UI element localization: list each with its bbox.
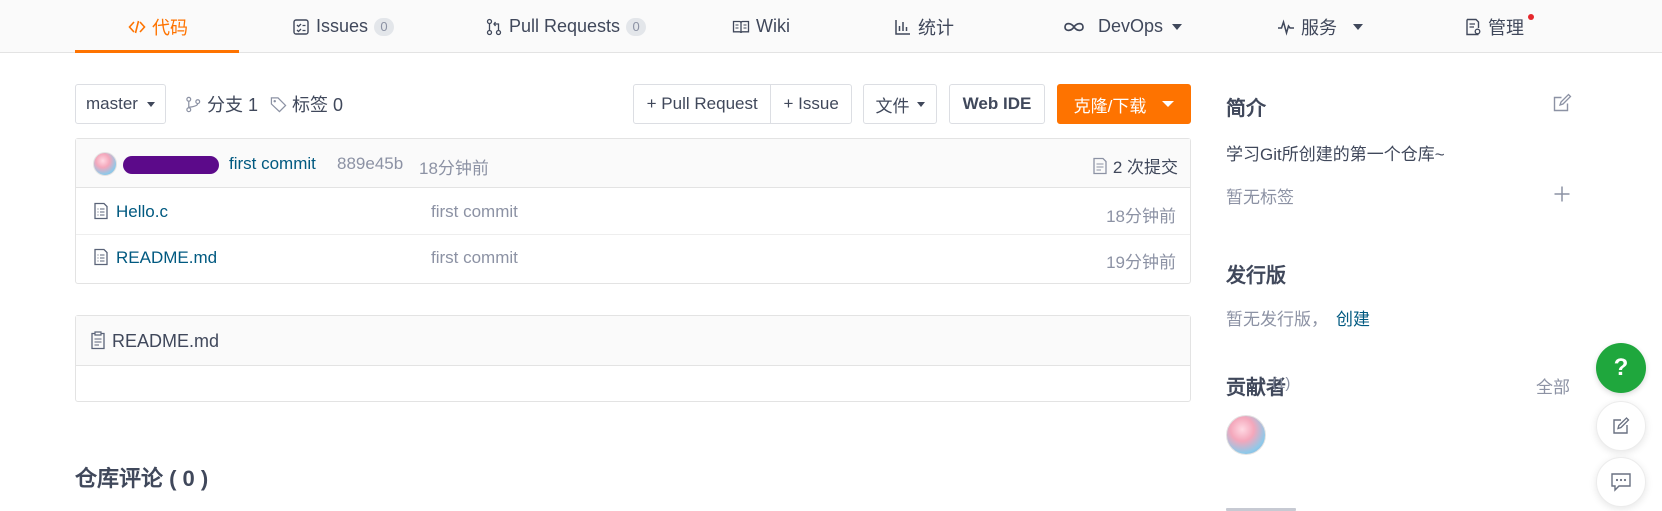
create-release-link[interactable]: 创建 [1336,305,1370,330]
file-updated-time: 19分钟前 [1106,253,1176,272]
clone-download-label: 克隆/下载 [1073,96,1147,116]
contributors-count: (1) [1272,375,1291,392]
chevron-down-icon [1353,23,1363,30]
table-row[interactable]: README.md first commit 19分钟前 [76,235,1190,282]
infinity-icon [1064,22,1084,31]
commit-time: 18分钟前 [419,159,489,178]
readme-title: README.md [112,331,220,351]
feedback-button[interactable] [1596,401,1646,451]
pulse-icon [1278,18,1294,36]
file-commit-message[interactable]: first commit [431,202,518,222]
new-pull-request-label: + Pull Request [646,94,758,113]
commit-count-link[interactable]: 2 次提交 [1092,153,1178,178]
latest-commit-row: first commit 889e45b 18分钟前 2 次提交 [76,139,1190,188]
tags-label: 标签 0 [292,95,344,115]
file-commit-message[interactable]: first commit [431,248,518,268]
tab-devops-label: DevOps [1098,16,1164,36]
tab-pull-requests[interactable]: Pull Requests 0 [485,0,647,53]
active-tab-indicator [75,50,239,53]
branch-icon [186,96,201,112]
help-button[interactable]: ? [1596,343,1646,393]
next-section-title-cutoff [1226,502,1306,511]
table-row[interactable]: Hello.c first commit 18分钟前 [76,188,1190,235]
readme-header: README.md [76,316,1190,366]
author-avatar[interactable] [93,152,117,176]
contributor-avatar[interactable] [1226,415,1266,455]
readme-panel: README.md [75,315,1191,402]
tab-wiki[interactable]: Wiki [732,0,790,53]
tab-stats-label: 统计 [918,17,954,38]
book-icon [732,20,750,33]
tab-manage-label: 管理 [1488,17,1524,38]
clone-download-button[interactable]: 克隆/下载 [1057,84,1191,124]
intro-title: 简介 [1226,98,1266,120]
branches-label: 分支 1 [207,95,259,115]
tags-link[interactable]: 标签 0 [270,84,343,124]
create-button-group: + Pull Request + Issue [633,84,852,124]
notification-dot [1528,14,1534,20]
chat-button[interactable] [1596,457,1646,507]
web-ide-label: Web IDE [962,94,1032,113]
repo-nav: 代码 Issues 0 Pull Requests 0 Wiki 统计 DevO… [0,0,1662,53]
branch-select[interactable]: master [75,84,166,124]
release-title: 发行版 [1226,265,1286,287]
all-contributors-link[interactable]: 全部 [1536,373,1570,398]
latest-commit-message[interactable]: first commit [229,154,316,174]
tab-code-label: 代码 [152,17,188,38]
chevron-down-icon [146,101,155,107]
tab-pull-requests-label: Pull Requests [509,16,621,36]
edit-note-icon [1613,417,1630,434]
chevron-down-icon [1172,23,1183,30]
tab-code[interactable]: 代码 [128,0,188,53]
chevron-down-icon [916,101,925,107]
add-tag-icon[interactable] [1553,185,1571,203]
new-issue-label: + Issue [783,94,839,113]
edit-icon[interactable] [1552,93,1572,113]
issues-count-badge: 0 [374,17,395,36]
file-menu-button[interactable]: 文件 [863,84,937,124]
chat-icon [1611,473,1631,492]
tab-issues[interactable]: Issues 0 [292,0,395,53]
branch-select-value: master [86,94,138,113]
tab-issues-label: Issues [316,16,369,36]
chevron-down-icon [1162,101,1175,107]
file-icon [94,202,108,220]
help-icon: ? [1613,354,1629,381]
code-icon [128,20,146,33]
author-name-redacted[interactable] [123,156,219,174]
file-list: first commit 889e45b 18分钟前 2 次提交 Hello.c… [75,138,1191,284]
settings-doc-icon [1466,18,1481,35]
tag-icon [270,96,287,112]
new-pull-request-button[interactable]: + Pull Request [634,85,770,123]
commit-count-label: 2 次提交 [1112,158,1178,177]
no-tags-text: 暂无标签 [1226,188,1294,207]
file-updated-time: 18分钟前 [1106,207,1176,226]
pull-request-icon [486,18,502,35]
branches-link[interactable]: 分支 1 [185,84,258,124]
file-icon [94,248,108,266]
tab-stats[interactable]: 统计 [894,0,954,53]
file-menu-label: 文件 [875,96,910,116]
web-ide-button[interactable]: Web IDE [949,84,1045,124]
bar-chart-icon [895,19,910,35]
file-name[interactable]: Hello.c [116,202,168,222]
new-issue-button[interactable]: + Issue [770,85,851,123]
issues-icon [293,18,309,35]
file-name[interactable]: README.md [116,248,217,268]
comments-title: 仓库评论 ( 0 ) [75,466,209,491]
document-icon [1093,157,1107,174]
tab-wiki-label: Wiki [756,16,790,36]
tab-services-label: 服务 [1301,17,1337,38]
tab-manage[interactable]: 管理 [1464,0,1534,53]
no-release-text: 暂无发行版， [1226,310,1328,329]
commit-hash[interactable]: 889e45b [337,154,403,174]
pull-requests-count-badge: 0 [626,17,647,36]
intro-text: 学习Git所创建的第一个仓库~ [1226,145,1445,164]
tab-devops[interactable]: DevOps [1062,0,1183,53]
tab-services[interactable]: 服务 [1277,0,1363,53]
readme-icon [91,331,105,350]
